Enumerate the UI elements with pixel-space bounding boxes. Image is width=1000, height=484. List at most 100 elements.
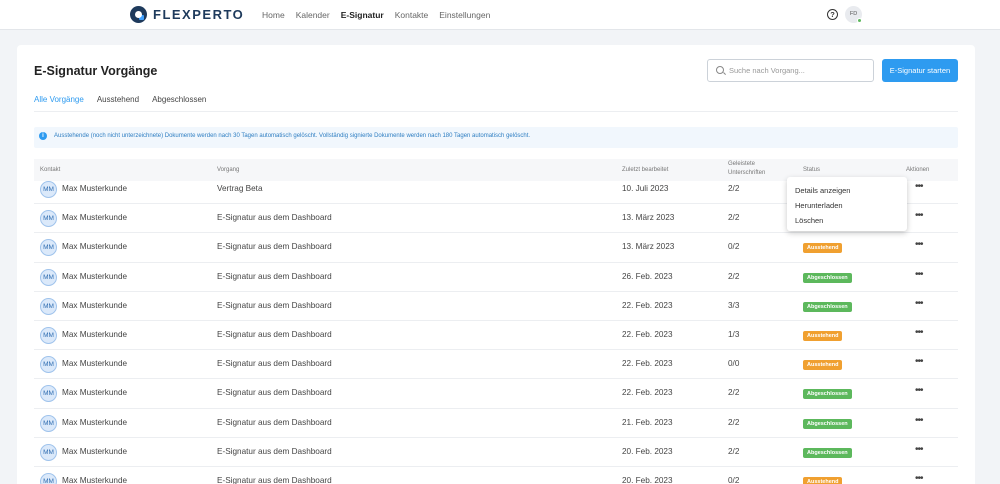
process-name[interactable]: E-Signatur aus dem Dashboard [217,242,332,251]
table-row[interactable]: MM Max Musterkunde E-Signatur aus dem Dash… [34,233,958,263]
nav-item-kalender[interactable]: Kalender [296,10,330,20]
column-header-actions: Aktionen [906,167,930,173]
more-actions-icon[interactable]: ••• [915,356,923,367]
table-row[interactable]: MM Max Musterkunde E-Signatur aus dem Dash… [34,292,958,321]
last-edited: 10. Juli 2023 [622,184,669,193]
more-actions-icon[interactable]: ••• [915,298,923,309]
top-navbar: FLEXPERTO Home Kalender E-Signatur Konta… [0,0,1000,30]
contact-name[interactable]: Max Musterkunde [62,301,127,310]
contact-name[interactable]: Max Musterkunde [62,330,127,339]
signature-count: 2/2 [728,388,740,398]
brand-logo[interactable]: FLEXPERTO [130,4,244,24]
contact-name[interactable]: Max Musterkunde [62,359,127,368]
last-edited: 22. Feb. 2023 [622,330,673,339]
column-header-edited[interactable]: Zuletzt bearbeitet [622,167,668,173]
signature-count: 0/2 [728,242,740,252]
help-icon[interactable]: ? [827,9,838,20]
column-header-signatures-line1[interactable]: Geleistete [728,161,755,167]
contact-name[interactable]: Max Musterkunde [62,272,127,281]
process-name[interactable]: E-Signatur aus dem Dashboard [217,272,332,281]
status-badge: Abgeschlossen [803,272,852,283]
process-name[interactable]: E-Signatur aus dem Dashboard [217,447,332,456]
contact-avatar: MM [40,443,57,461]
process-name[interactable]: E-Signatur aus dem Dashboard [217,330,332,339]
process-name[interactable]: E-Signatur aus dem Dashboard [217,388,332,397]
more-actions-icon[interactable]: ••• [915,210,923,221]
more-actions-icon[interactable]: ••• [915,444,923,455]
process-name[interactable]: E-Signatur aus dem Dashboard [217,418,332,427]
start-e-signature-button[interactable]: E-Signatur starten [882,59,958,82]
signature-count: 0/0 [728,359,740,369]
contact-name[interactable]: Max Musterkunde [62,447,127,456]
contact-name[interactable]: Max Musterkunde [62,213,127,222]
column-header-status[interactable]: Status [803,167,820,173]
last-edited: 20. Feb. 2023 [622,476,673,484]
flexperto-logo-icon [130,5,147,23]
more-actions-icon[interactable]: ••• [915,473,923,484]
status-badge: Ausstehend [803,360,843,371]
table-row[interactable]: MM Max Musterkunde E-Signatur aus dem Dash… [34,321,958,351]
nav-item-einstellungen[interactable]: Einstellungen [439,10,490,20]
more-actions-icon[interactable]: ••• [915,415,923,426]
table-row[interactable]: MM Max Musterkunde E-Signatur aus dem Dash… [34,438,958,467]
process-name[interactable]: E-Signatur aus dem Dashboard [217,476,332,484]
more-actions-icon[interactable]: ••• [915,385,923,396]
contact-name[interactable]: Max Musterkunde [62,418,127,427]
table-row[interactable]: MM Max Musterkunde E-Signatur aus dem Dash… [34,379,958,409]
search-box[interactable] [707,59,874,82]
contact-name[interactable]: Max Musterkunde [62,476,127,484]
menu-item-download[interactable]: Herunterladen [795,201,843,210]
process-name[interactable]: E-Signatur aus dem Dashboard [217,359,332,368]
search-input[interactable] [729,64,869,77]
tab-alle-vorgaenge[interactable]: Alle Vorgänge [34,91,84,112]
brand-name: FLEXPERTO [153,6,245,22]
main-nav: Home Kalender E-Signatur Kontakte Einste… [262,0,501,30]
page-title: E-Signatur Vorgänge [34,64,158,78]
table-row[interactable]: MM Max Musterkunde E-Signatur aus dem Dash… [34,409,958,438]
last-edited: 20. Feb. 2023 [622,446,673,456]
nav-item-home[interactable]: Home [262,10,285,20]
signature-count: 2/2 [728,213,740,223]
signature-count: 2/2 [728,271,740,281]
contact-name[interactable]: Max Musterkunde [62,184,127,193]
process-name[interactable]: E-Signatur aus dem Dashboard [217,301,332,310]
column-header-contact[interactable]: Kontakt [40,167,60,173]
table-row[interactable]: MM Max Musterkunde E-Signatur aus dem Dash… [34,467,958,484]
nav-item-kontakte[interactable]: Kontakte [395,10,429,20]
contact-avatar: MM [40,268,57,286]
last-edited: 22. Feb. 2023 [622,388,673,398]
contact-avatar: MM [40,414,57,432]
more-actions-icon[interactable]: ••• [915,327,923,338]
contact-name[interactable]: Max Musterkunde [62,388,127,397]
last-edited: 22. Feb. 2023 [622,359,673,369]
menu-item-delete[interactable]: Löschen [795,216,823,225]
contact-avatar: MM [40,297,57,315]
column-header-process[interactable]: Vorgang [217,167,239,173]
signature-count: 1/3 [728,330,740,339]
last-edited: 22. Feb. 2023 [622,300,673,310]
main-card: E-Signatur Vorgänge E-Signatur starten A… [17,45,975,484]
more-actions-icon[interactable]: ••• [915,269,923,280]
last-edited: 13. März 2023 [622,242,675,252]
contact-name[interactable]: Max Musterkunde [62,242,127,251]
more-actions-icon[interactable]: ••• [915,181,923,192]
contact-avatar: MM [40,239,57,257]
info-icon: i [39,132,47,140]
nav-item-e-signatur[interactable]: E-Signatur [341,10,384,20]
table-row[interactable]: MM Max Musterkunde E-Signatur aus dem Dash… [34,350,958,380]
status-badge: Ausstehend [803,243,843,254]
contact-avatar: MM [40,210,57,228]
tab-abgeschlossen[interactable]: Abgeschlossen [152,91,206,112]
process-name[interactable]: Vertrag Beta [217,184,263,193]
signature-count: 3/3 [728,300,740,310]
table-row[interactable]: MM Max Musterkunde E-Signatur aus dem Dash… [34,263,958,292]
process-name[interactable]: E-Signatur aus dem Dashboard [217,213,332,222]
tab-ausstehend[interactable]: Ausstehend [97,91,139,112]
menu-item-details[interactable]: Details anzeigen [795,186,850,195]
status-badge: Ausstehend [803,331,843,341]
tab-bar: Alle Vorgänge Ausstehend Abgeschlossen [34,91,219,112]
info-banner: i Ausstehende (noch nicht unterzeichnete… [34,127,958,148]
more-actions-icon[interactable]: ••• [915,239,923,250]
signature-count: 2/2 [728,417,740,427]
contact-avatar: MM [40,473,57,484]
